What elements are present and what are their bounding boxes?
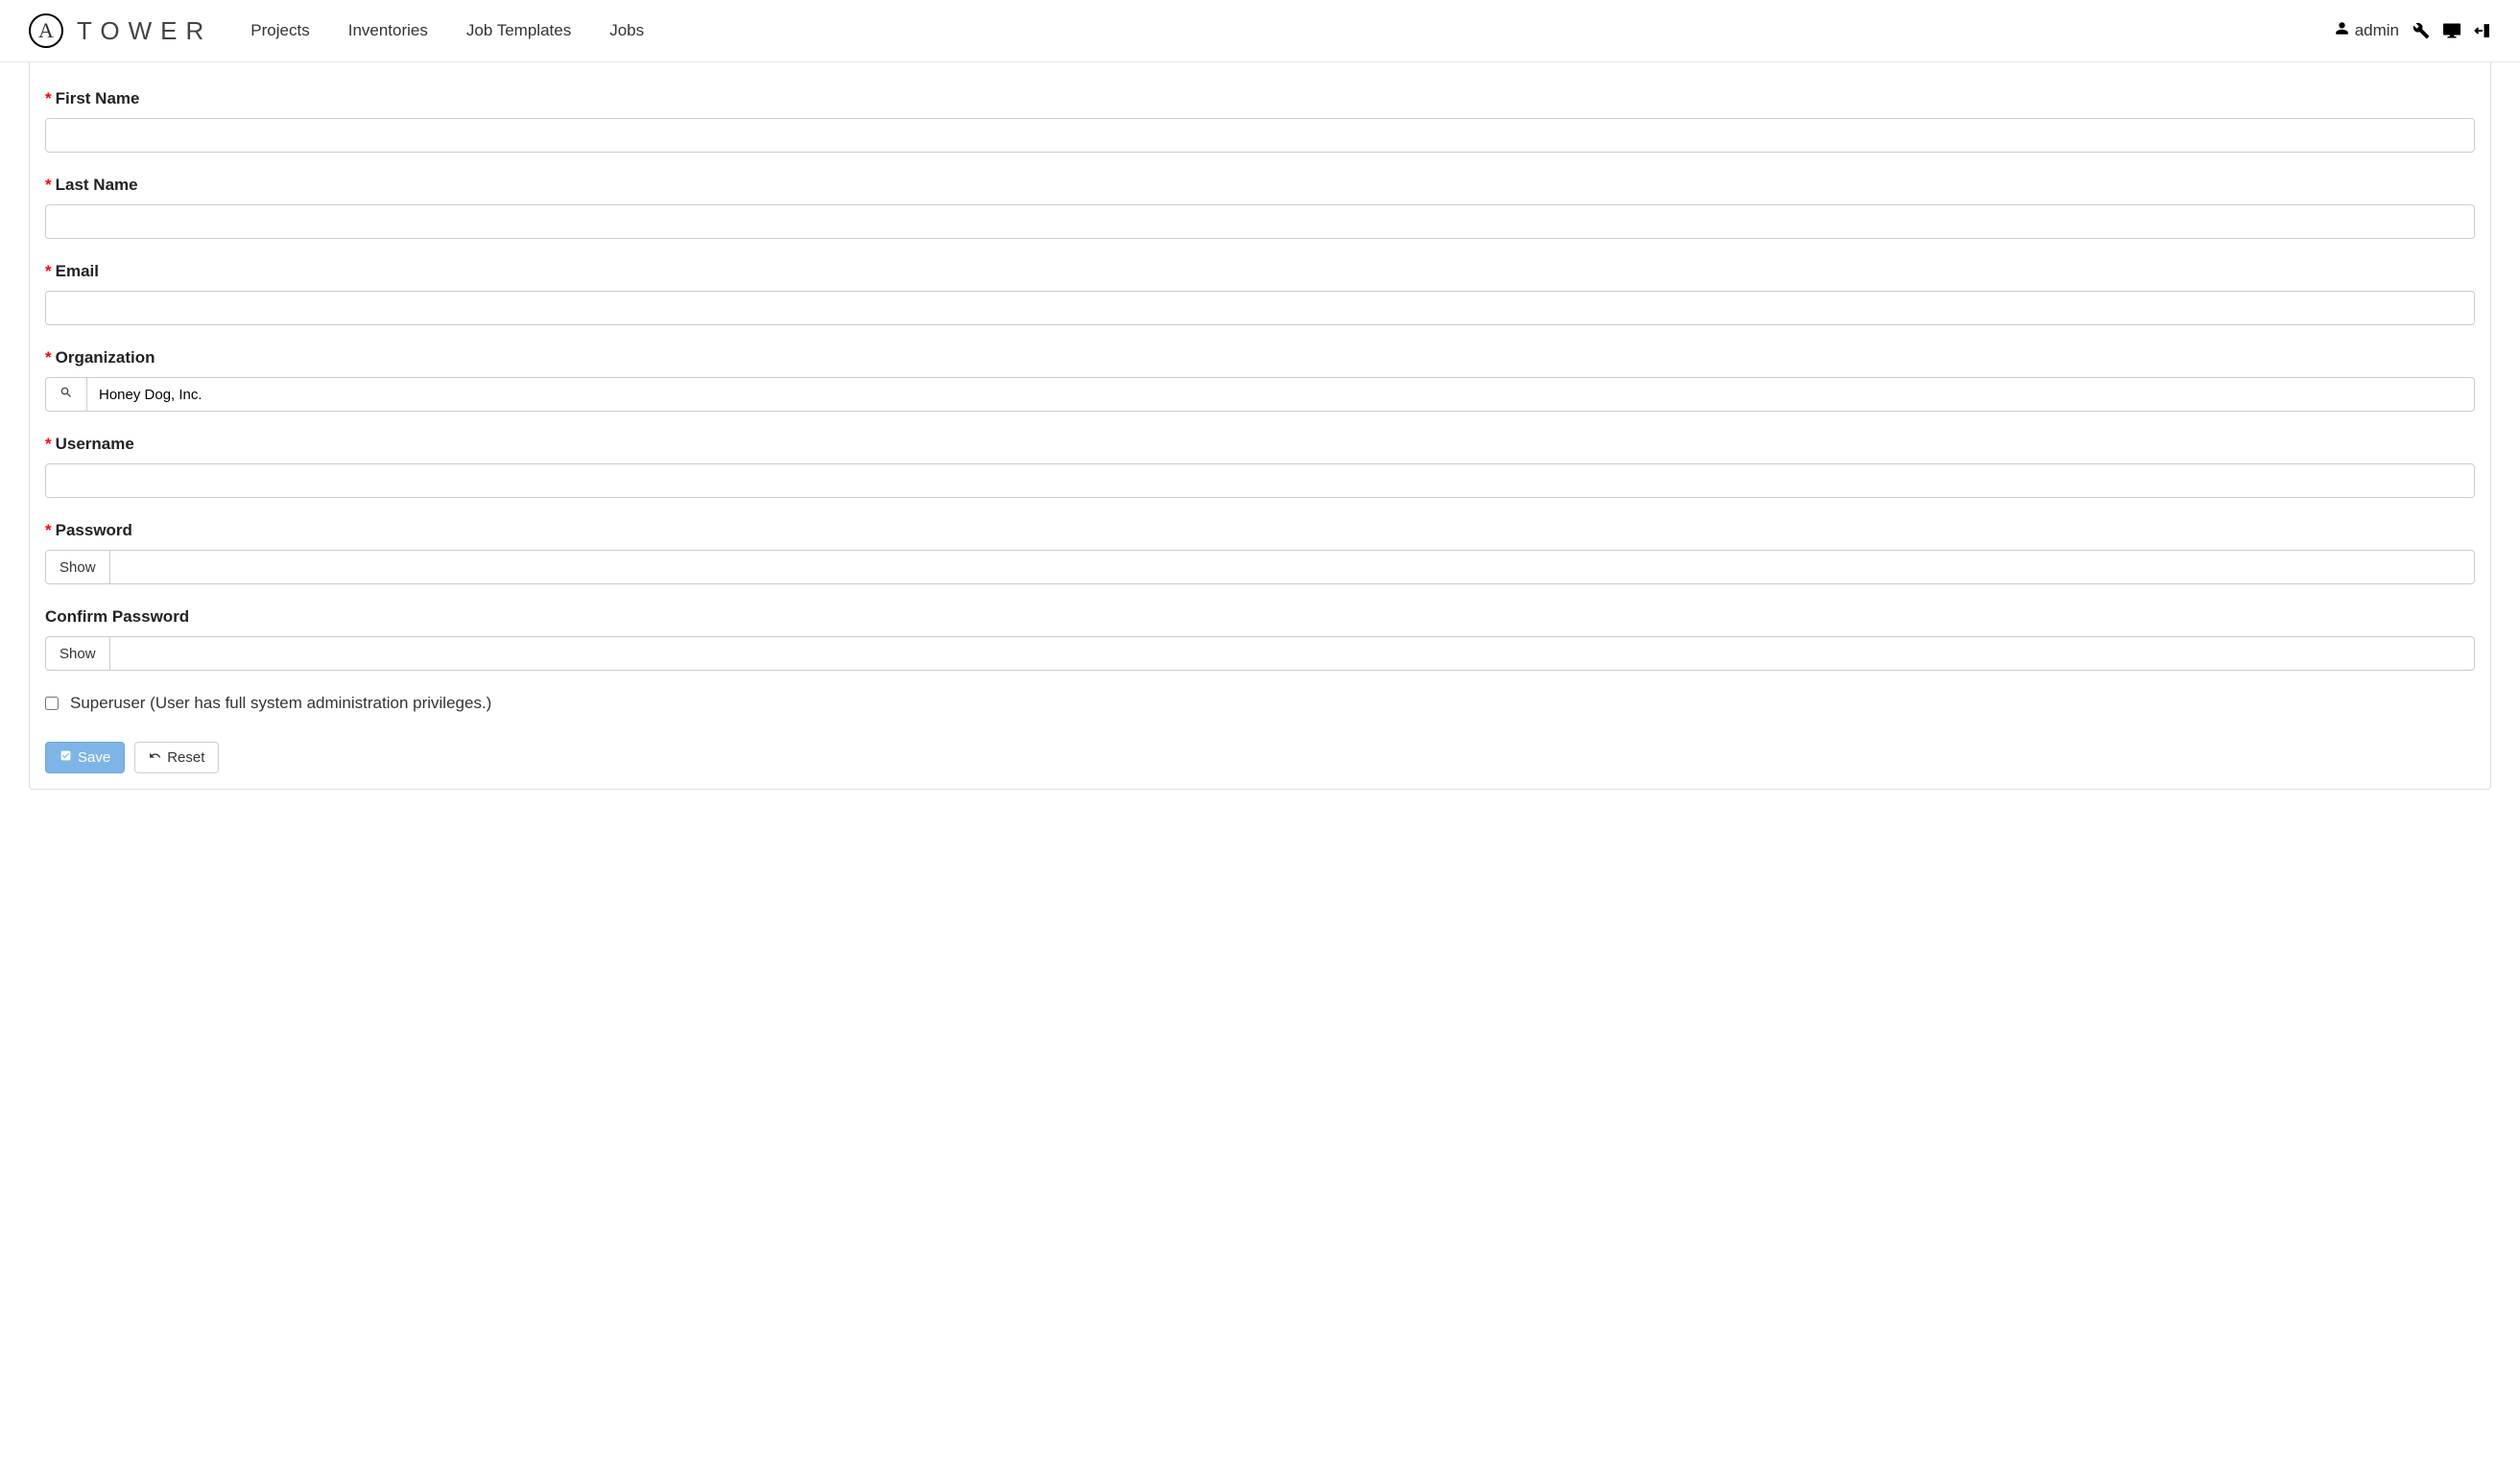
password-group: *Password Show (45, 521, 2475, 584)
password-input-group: Show (45, 550, 2475, 584)
required-asterisk: * (45, 435, 52, 453)
username-label: *Username (45, 435, 2475, 454)
required-asterisk: * (45, 262, 52, 280)
email-label: *Email (45, 262, 2475, 281)
last-name-input[interactable] (45, 204, 2475, 239)
undo-icon (149, 749, 161, 766)
user-link[interactable]: admin (2335, 21, 2399, 40)
nav-inventories[interactable]: Inventories (348, 21, 428, 40)
nav-jobs[interactable]: Jobs (609, 21, 644, 40)
superuser-checkbox[interactable] (45, 697, 59, 710)
superuser-group: Superuser (User has full system administ… (45, 694, 2475, 713)
settings-icon[interactable] (2413, 22, 2430, 39)
logo-letter: A (38, 18, 54, 43)
confirm-password-input-group: Show (45, 636, 2475, 671)
logo[interactable]: A TOWER (29, 13, 212, 48)
organization-group: *Organization (45, 348, 2475, 412)
last-name-label: *Last Name (45, 176, 2475, 195)
required-asterisk: * (45, 176, 52, 194)
organization-input-group (45, 377, 2475, 412)
first-name-label: *First Name (45, 89, 2475, 108)
check-icon (59, 749, 72, 766)
username-label: admin (2355, 21, 2399, 40)
button-row: Save Reset (45, 742, 2475, 773)
confirm-password-input[interactable] (109, 636, 2475, 671)
header-right: admin (2335, 21, 2491, 40)
username-group: *Username (45, 435, 2475, 498)
organization-input[interactable] (86, 377, 2475, 412)
form-panel: *First Name *Last Name *Email *Organizat… (29, 62, 2491, 790)
nav-projects[interactable]: Projects (250, 21, 309, 40)
superuser-label: Superuser (User has full system administ… (70, 694, 491, 713)
monitor-icon[interactable] (2443, 23, 2461, 38)
user-icon (2335, 21, 2349, 40)
search-icon (59, 386, 73, 403)
password-label: *Password (45, 521, 2475, 540)
save-button[interactable]: Save (45, 742, 125, 773)
first-name-group: *First Name (45, 89, 2475, 153)
reset-button[interactable]: Reset (134, 742, 219, 773)
password-input[interactable] (109, 550, 2475, 584)
logo-icon: A (29, 13, 63, 48)
organization-label: *Organization (45, 348, 2475, 368)
logout-icon[interactable] (2474, 22, 2491, 39)
confirm-password-label: Confirm Password (45, 607, 2475, 627)
username-input[interactable] (45, 463, 2475, 498)
required-asterisk: * (45, 521, 52, 539)
last-name-group: *Last Name (45, 176, 2475, 239)
required-asterisk: * (45, 348, 52, 367)
password-show-button[interactable]: Show (45, 550, 109, 584)
first-name-input[interactable] (45, 118, 2475, 153)
email-group: *Email (45, 262, 2475, 325)
confirm-password-show-button[interactable]: Show (45, 636, 109, 671)
nav-job-templates[interactable]: Job Templates (466, 21, 571, 40)
required-asterisk: * (45, 89, 52, 107)
organization-search-button[interactable] (45, 377, 86, 412)
confirm-password-group: Confirm Password Show (45, 607, 2475, 671)
main-nav: Projects Inventories Job Templates Jobs (250, 21, 644, 40)
header: A TOWER Projects Inventories Job Templat… (0, 0, 2520, 62)
logo-text: TOWER (77, 16, 212, 46)
email-input[interactable] (45, 291, 2475, 325)
